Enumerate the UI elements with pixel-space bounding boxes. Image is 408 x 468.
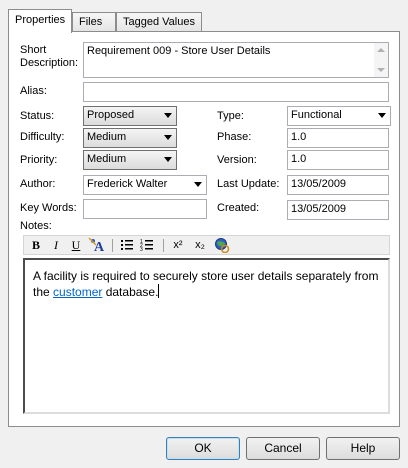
chevron-down-icon (378, 113, 386, 118)
svg-text:3: 3 (140, 247, 143, 253)
key-words-field[interactable] (83, 199, 207, 219)
phase-label: Phase: (217, 131, 252, 143)
priority-label: Priority: (20, 154, 58, 166)
status-select[interactable]: Proposed (83, 106, 177, 126)
scroll-down-icon[interactable] (377, 68, 385, 72)
italic-button[interactable]: I (48, 237, 64, 254)
last-update-field[interactable]: 13/05/2009 (287, 175, 389, 195)
requirement-properties-dialog: Properties Files Tagged Values Short Des… (0, 0, 408, 468)
alias-field[interactable] (83, 82, 389, 102)
difficulty-value: Medium (87, 131, 127, 143)
insert-link-button[interactable] (214, 237, 230, 254)
type-label: Type: (217, 110, 244, 122)
phase-field[interactable]: 1.0 (287, 128, 389, 148)
toolbar-separator (112, 239, 113, 252)
toolbar-separator (163, 239, 164, 252)
notes-editor[interactable]: A facility is required to securely store… (23, 258, 390, 414)
difficulty-select[interactable]: Medium (83, 128, 177, 148)
bullet-list-icon (121, 240, 133, 250)
notes-text-after: database. (102, 285, 159, 299)
difficulty-label: Difficulty: (20, 131, 65, 143)
numbered-list-icon: 1 2 3 (140, 239, 153, 253)
author-select[interactable]: Frederick Walter (83, 175, 207, 195)
chevron-down-icon (164, 113, 172, 118)
tab-tagged-values[interactable]: Tagged Values (116, 12, 202, 32)
numbered-list-button[interactable]: 1 2 3 (139, 237, 155, 254)
last-update-label: Last Update: (217, 178, 280, 190)
tab-properties[interactable]: Properties (8, 9, 72, 33)
chevron-down-icon (194, 182, 202, 187)
notes-link[interactable]: customer (53, 285, 102, 299)
ok-button[interactable]: OK (166, 437, 240, 460)
chevron-down-icon (164, 135, 172, 140)
subscript-button[interactable]: x₂ (192, 237, 208, 254)
created-label: Created: (217, 202, 260, 214)
superscript-button[interactable]: x² (170, 237, 186, 254)
globe-link-icon (215, 238, 230, 254)
scroll-up-icon[interactable] (377, 48, 385, 52)
underline-button[interactable]: U (68, 237, 84, 254)
chevron-down-icon (164, 157, 172, 162)
font-color-icon: A (88, 237, 105, 255)
alias-label: Alias: (20, 85, 47, 97)
short-description-value: Requirement 009 - Store User Details (87, 45, 271, 57)
created-field[interactable]: 13/05/2009 (287, 200, 389, 220)
description-scrollbar[interactable] (374, 43, 388, 77)
notes-toolbar: B I U A 1 2 3 x² x₂ (23, 235, 390, 255)
priority-value: Medium (87, 153, 127, 165)
short-description-field[interactable]: Requirement 009 - Store User Details (83, 42, 389, 78)
properties-panel: Short Description: Requirement 009 - Sto… (8, 31, 400, 427)
svg-text:A: A (94, 240, 105, 253)
version-label: Version: (217, 154, 257, 166)
text-caret (158, 284, 160, 298)
type-value: Functional (291, 109, 342, 121)
notes-label: Notes: (20, 220, 52, 232)
help-button[interactable]: Help (326, 437, 400, 460)
priority-select[interactable]: Medium (83, 150, 177, 170)
status-label: Status: (20, 110, 55, 122)
key-words-label: Key Words: (20, 202, 77, 214)
font-color-button[interactable]: A (88, 237, 106, 255)
version-field[interactable]: 1.0 (287, 150, 389, 170)
author-label: Author: (20, 178, 56, 190)
bold-button[interactable]: B (28, 237, 44, 254)
author-value: Frederick Walter (87, 178, 168, 190)
cancel-button[interactable]: Cancel (246, 437, 320, 460)
status-value: Proposed (87, 109, 135, 121)
tab-files[interactable]: Files (72, 12, 116, 32)
type-select[interactable]: Functional (287, 106, 391, 126)
bullet-list-button[interactable] (119, 237, 135, 254)
short-description-label: Short Description: (20, 44, 79, 69)
